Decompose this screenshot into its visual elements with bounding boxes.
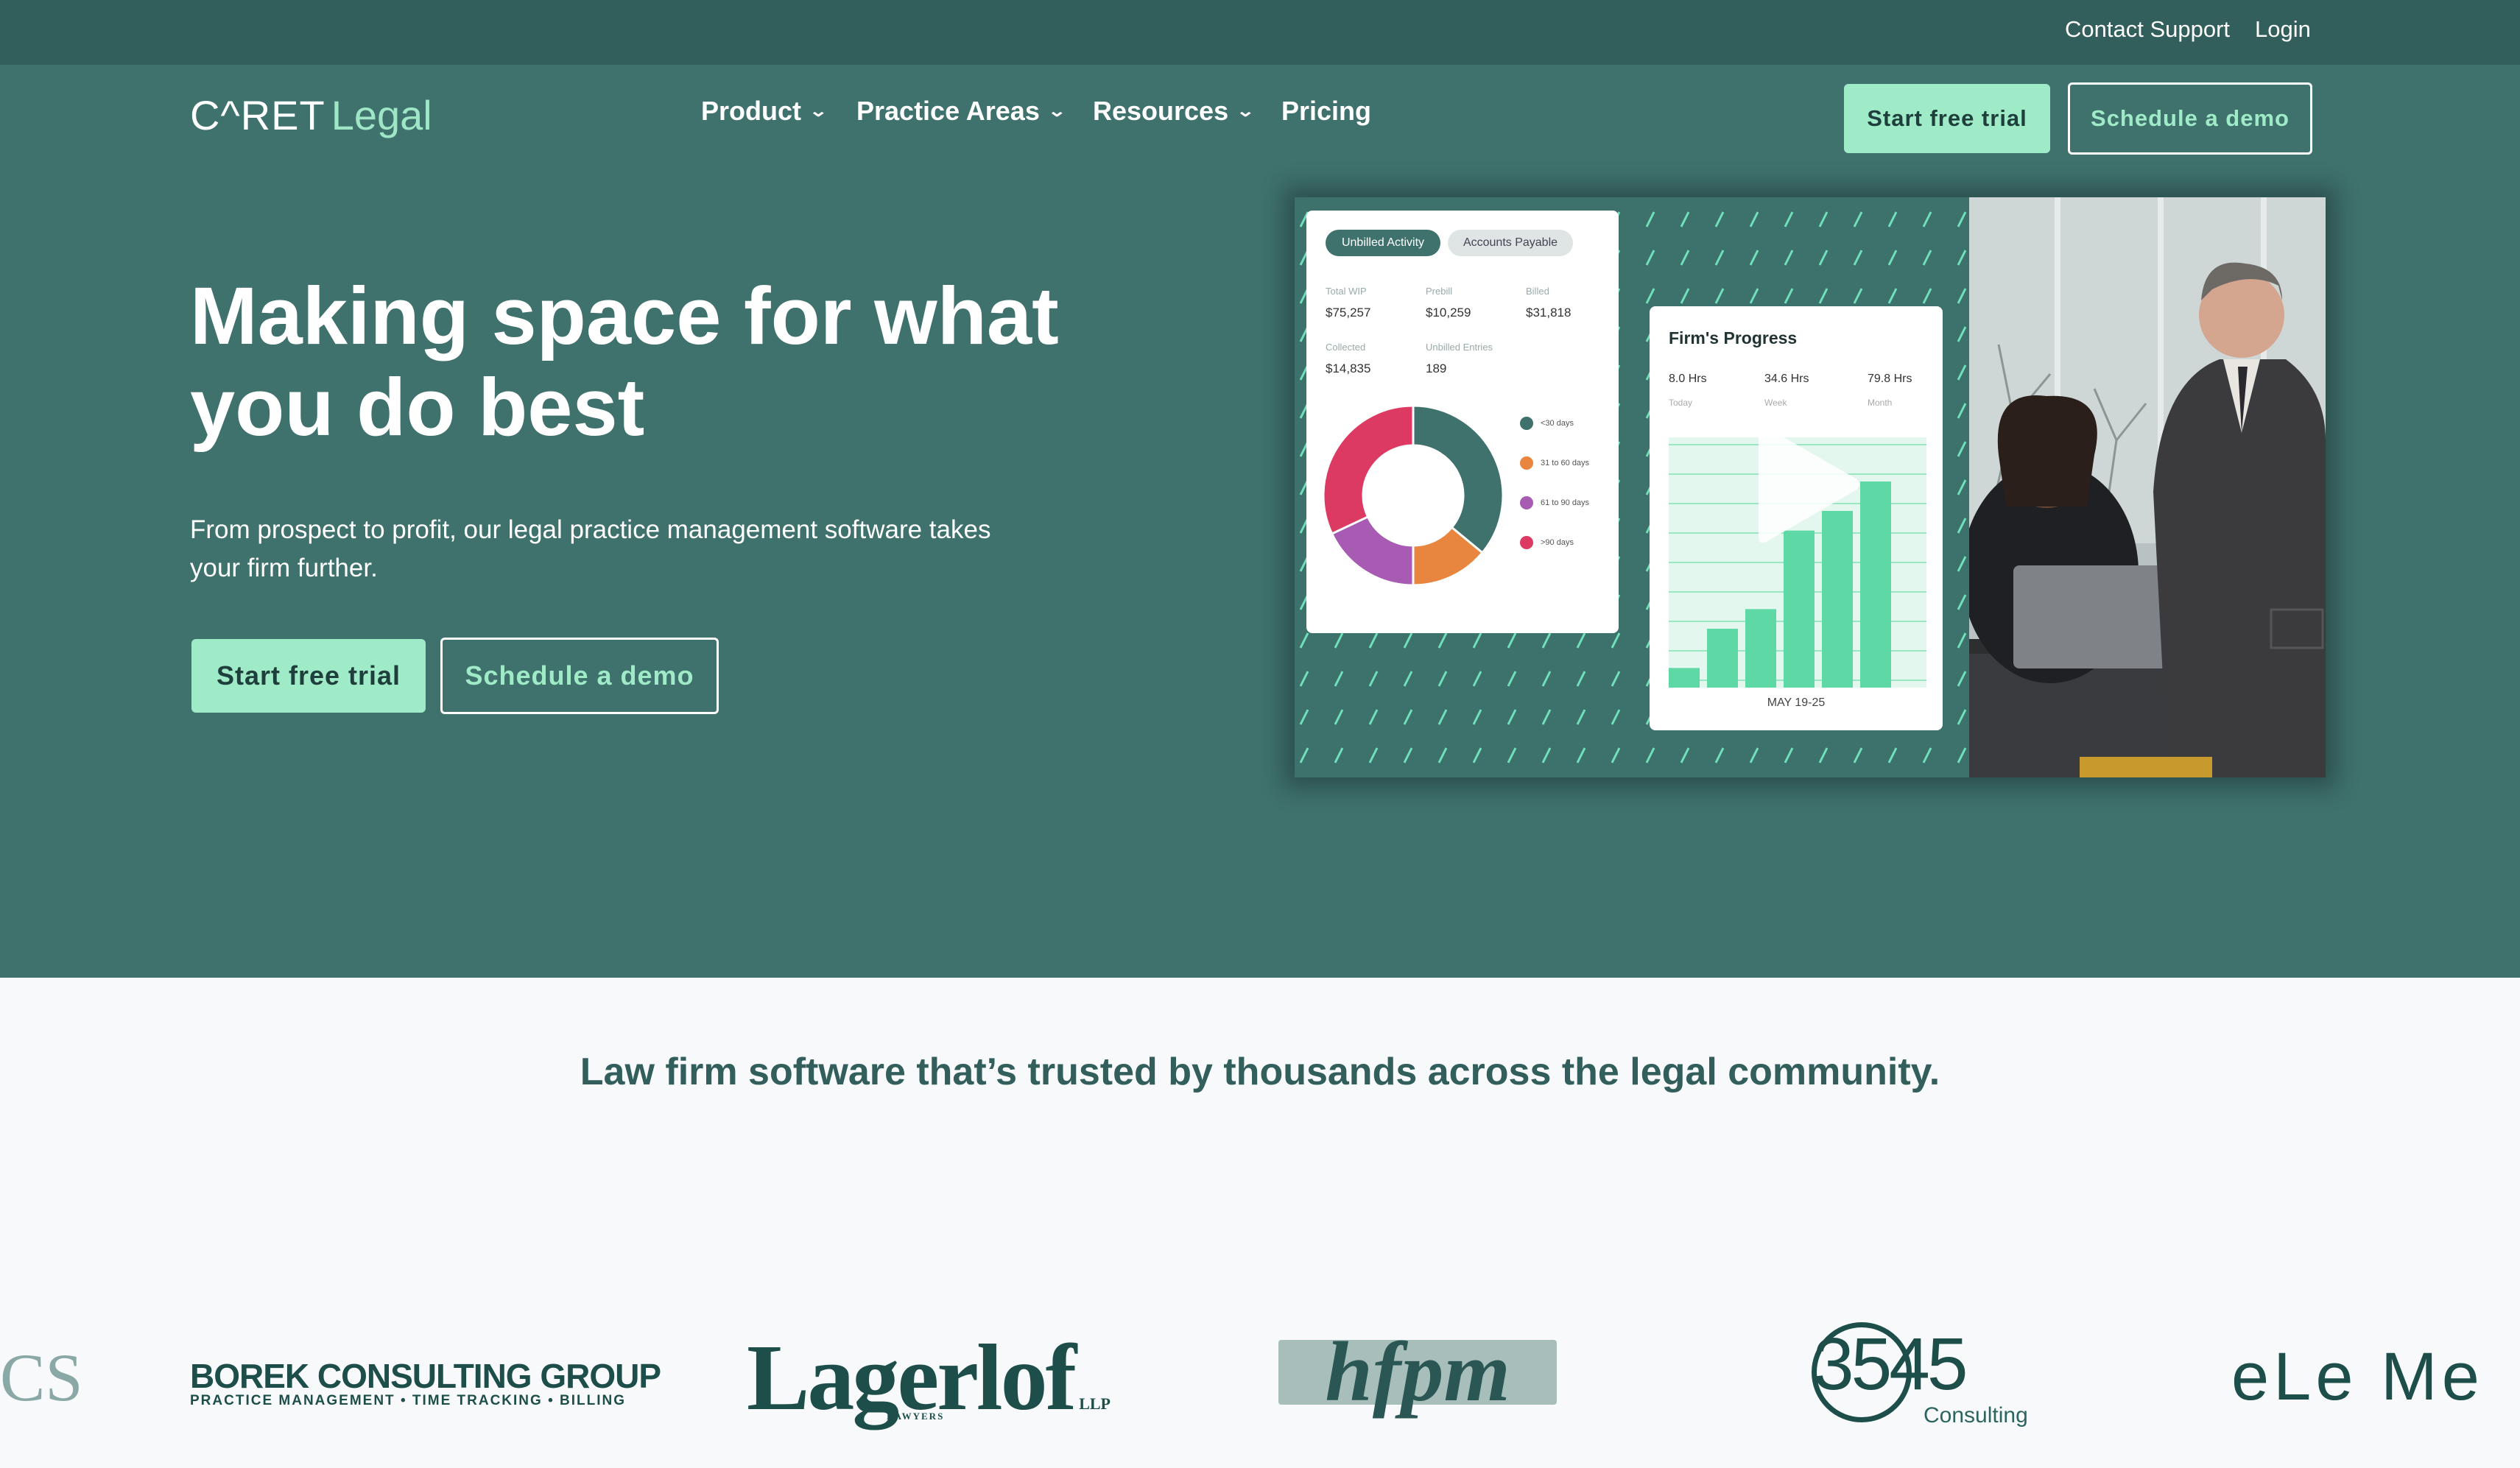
logo-legal: Legal xyxy=(331,92,432,138)
logo-wordmark: C^RET xyxy=(190,92,325,138)
hero-schedule-demo-button[interactable]: Schedule a demo xyxy=(440,638,719,714)
legend-label: 61 to 90 days xyxy=(1541,498,1590,507)
nav-resources-label: Resources xyxy=(1093,96,1229,126)
client-logo-3545: 3545 Consulting xyxy=(1812,1322,2028,1428)
hero-headline: Making space for what you do best xyxy=(190,271,1059,453)
tab-unbilled-activity[interactable]: Unbilled Activity xyxy=(1326,230,1440,256)
legend-item: 61 to 90 days xyxy=(1520,496,1589,509)
kpi-label: Billed xyxy=(1526,286,1549,297)
nav-product-label: Product xyxy=(701,96,802,126)
utility-bar: Contact Support Login xyxy=(0,0,2520,65)
legend-label: 31 to 60 days xyxy=(1541,459,1590,467)
progress-period: Week xyxy=(1764,398,1787,408)
client-logo-hfpm: hfpm xyxy=(1278,1325,1557,1419)
chevron-down-icon: ⌄ xyxy=(1236,102,1256,120)
client-logo-lagerlof: Lagerlof LLP LAWYERS xyxy=(747,1324,1111,1432)
client-logo-element: eLe Me xyxy=(2231,1339,2484,1414)
nav-resources[interactable]: Resources ⌄ xyxy=(1093,96,1256,127)
kpi-unbilled-entries: Unbilled Entries 189 xyxy=(1426,342,1493,376)
caret-legal-logo[interactable]: C^RET Legal xyxy=(190,91,432,139)
legend-label: <30 days xyxy=(1541,419,1574,428)
legend-swatch xyxy=(1520,417,1533,430)
product-video[interactable]: Unbilled Activity Accounts Payable Total… xyxy=(1295,197,2326,777)
chart-bar xyxy=(1707,629,1738,688)
kpi-collected: Collected $14,835 xyxy=(1326,342,1370,376)
kpi-label: Prebill xyxy=(1426,286,1453,297)
nav-product[interactable]: Product ⌄ xyxy=(701,96,828,127)
kpi-billed: Billed $31,818 xyxy=(1526,286,1571,320)
legend-item: 31 to 60 days xyxy=(1520,456,1589,470)
kpi-value: $31,818 xyxy=(1526,306,1572,320)
kpi-label: Unbilled Entries xyxy=(1426,342,1493,353)
hero-subcopy: From prospect to profit, our legal pract… xyxy=(190,515,991,582)
office-photo xyxy=(1969,197,2326,777)
borek-title: BOREK CONSULTING GROUP xyxy=(190,1357,661,1395)
kpi-prebill: Prebill $10,259 xyxy=(1426,286,1471,320)
borek-subtitle: PRACTICE MANAGEMENT • TIME TRACKING • BI… xyxy=(190,1393,627,1408)
kpi-total-wip: Total WIP $75,257 xyxy=(1326,286,1370,320)
chart-bar xyxy=(1745,609,1776,688)
chart-bar xyxy=(1669,668,1700,688)
chevron-down-icon: ⌄ xyxy=(1047,102,1066,120)
legend-item: >90 days xyxy=(1520,536,1574,549)
header-schedule-demo-button[interactable]: Schedule a demo xyxy=(2068,82,2312,155)
progress-title: Firm's Progress xyxy=(1669,328,1798,347)
chevron-down-icon: ⌄ xyxy=(809,102,828,120)
chart-date-label: MAY 19-25 xyxy=(1767,696,1826,709)
legend-label: >90 days xyxy=(1541,538,1574,547)
logo-ring xyxy=(1812,1322,1912,1422)
trusted-heading: Law firm software that’s trusted by thou… xyxy=(580,1051,1940,1093)
legend-item: <30 days xyxy=(1520,417,1574,430)
nav-pricing[interactable]: Pricing xyxy=(1281,96,1371,127)
progress-period: Today xyxy=(1669,398,1693,408)
lagerlof-lawyers: LAWYERS xyxy=(887,1411,945,1422)
header-start-trial-button[interactable]: Start free trial xyxy=(1844,84,2050,153)
nav-practice-areas[interactable]: Practice Areas ⌄ xyxy=(856,96,1066,127)
login-link[interactable]: Login xyxy=(2255,16,2311,43)
contact-support-link[interactable]: Contact Support xyxy=(2065,16,2230,43)
play-icon[interactable] xyxy=(1748,418,1866,551)
client-logo-borek: BOREK CONSULTING GROUP PRACTICE MANAGEME… xyxy=(190,1356,661,1409)
progress-stat-month: 79.8 Hrs Month xyxy=(1868,373,1912,408)
aging-donut-chart xyxy=(1322,404,1504,587)
kpi-value: $14,835 xyxy=(1326,361,1371,375)
progress-stat-week: 34.6 Hrs Week xyxy=(1764,373,1809,408)
nav-practice-areas-label: Practice Areas xyxy=(856,96,1040,126)
legend-swatch xyxy=(1520,536,1533,549)
progress-stat-today: 8.0 Hrs Today xyxy=(1669,373,1707,408)
kpi-value: 189 xyxy=(1426,361,1447,375)
chart-bar xyxy=(1784,530,1815,688)
progress-period: Month xyxy=(1868,398,1893,408)
kpi-value: $10,259 xyxy=(1426,306,1471,320)
kpi-value: $75,257 xyxy=(1326,306,1371,320)
logo-3545-consulting: Consulting xyxy=(1924,1403,2028,1428)
progress-hours: 34.6 Hrs xyxy=(1764,373,1809,385)
progress-hours: 8.0 Hrs xyxy=(1669,373,1707,385)
client-logo-cs: CS xyxy=(0,1340,83,1415)
kpi-label: Collected xyxy=(1326,342,1366,353)
lagerlof-llp: LLP xyxy=(1079,1394,1111,1413)
legend-swatch xyxy=(1520,456,1533,470)
legend-swatch xyxy=(1520,496,1533,509)
donut-slice xyxy=(1322,404,1415,535)
donut-slice xyxy=(1412,404,1504,554)
hero-start-trial-button[interactable]: Start free trial xyxy=(191,639,426,713)
progress-hours: 79.8 Hrs xyxy=(1868,373,1912,385)
tab-accounts-payable[interactable]: Accounts Payable xyxy=(1448,230,1573,256)
unbilled-activity-card: Unbilled Activity Accounts Payable Total… xyxy=(1306,211,1619,633)
nav-pricing-label: Pricing xyxy=(1281,96,1372,126)
kpi-label: Total WIP xyxy=(1326,286,1367,297)
